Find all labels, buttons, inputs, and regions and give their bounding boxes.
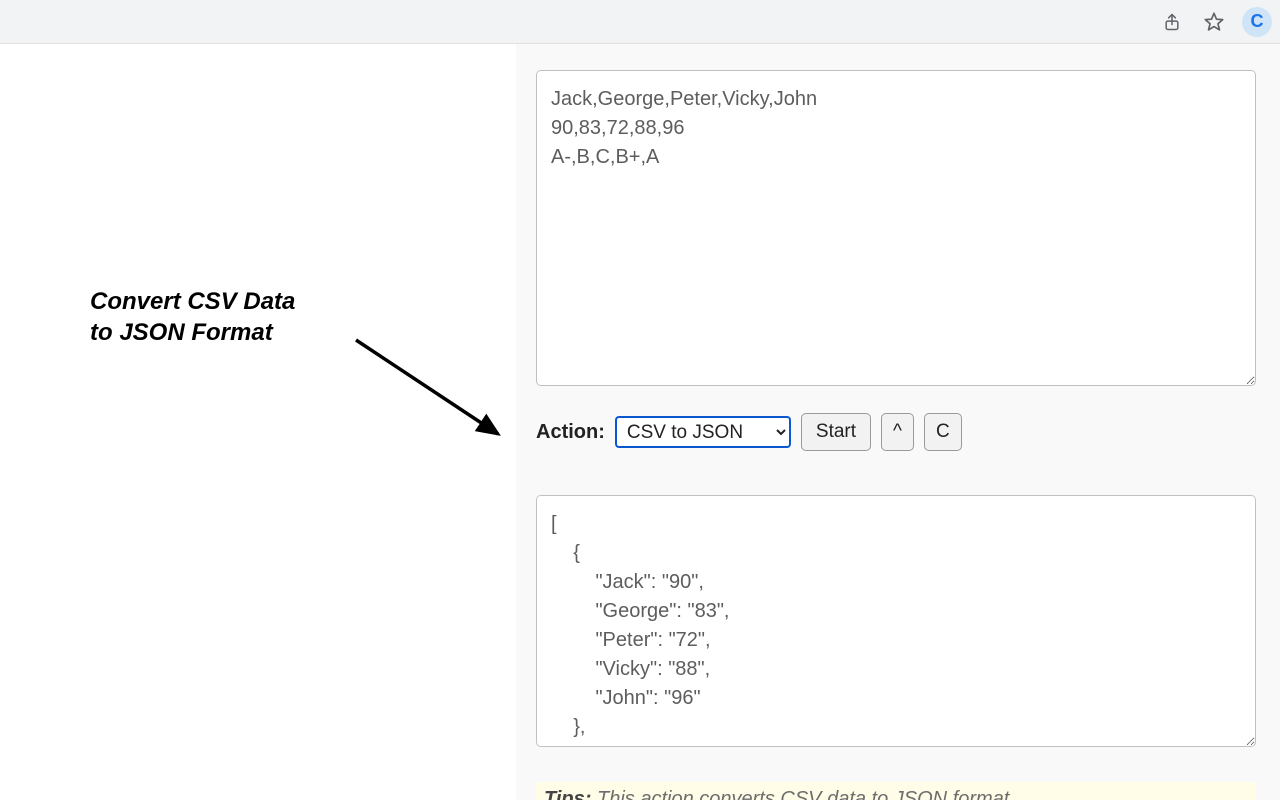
extension-badge[interactable]: C xyxy=(1242,7,1272,37)
tips-label: Tips: xyxy=(544,788,591,800)
arrow-icon xyxy=(350,334,520,454)
action-select[interactable]: CSV to JSON xyxy=(615,416,791,448)
tips-bar: Tips: This action converts CSV data to J… xyxy=(536,782,1256,800)
annotation-line-1: Convert CSV Data xyxy=(90,288,295,315)
converter-panel: Action: CSV to JSON Start ^ C Tips: This… xyxy=(516,44,1280,800)
clear-button[interactable]: C xyxy=(924,413,962,451)
star-icon[interactable] xyxy=(1200,8,1228,36)
action-label: Action: xyxy=(536,421,605,444)
tips-text: This action converts CSV data to JSON fo… xyxy=(591,788,1009,800)
browser-toolbar: C xyxy=(0,0,1280,44)
csv-input-textarea[interactable] xyxy=(536,70,1256,386)
page-body: Convert CSV Data to JSON Format Action: … xyxy=(0,44,1280,800)
start-button[interactable]: Start xyxy=(801,413,871,451)
share-icon[interactable] xyxy=(1158,8,1186,36)
json-output-textarea[interactable] xyxy=(536,495,1256,747)
caret-button[interactable]: ^ xyxy=(881,413,914,451)
annotation-caption: Convert CSV Data to JSON Format xyxy=(90,286,295,348)
action-row: Action: CSV to JSON Start ^ C xyxy=(536,413,1256,451)
annotation-line-2: to JSON Format xyxy=(90,319,273,346)
